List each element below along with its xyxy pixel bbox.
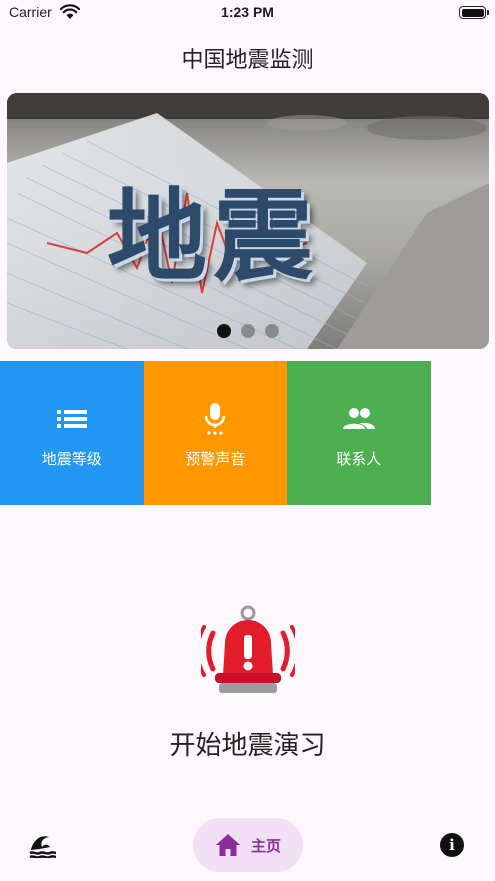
tile-label: 联系人 bbox=[336, 449, 382, 468]
tile-label: 地震等级 bbox=[41, 449, 102, 468]
tile-contacts[interactable]: 联系人 bbox=[287, 361, 431, 505]
tile-warning-sound[interactable]: 预警声音 bbox=[143, 361, 287, 505]
carousel-dot-1[interactable] bbox=[217, 324, 231, 338]
feature-tiles: 地震等级 预警声音 联系人 bbox=[0, 361, 431, 505]
start-drill-label[interactable]: 开始地震演习 bbox=[0, 725, 495, 762]
microphone-icon bbox=[205, 402, 226, 435]
status-time: 1:23 PM bbox=[221, 4, 274, 20]
battery-icon bbox=[459, 6, 489, 19]
alarm-bell-icon[interactable] bbox=[201, 605, 295, 701]
people-icon bbox=[342, 407, 375, 429]
bottom-navigation: 主页 i bbox=[0, 810, 495, 881]
home-icon bbox=[215, 834, 240, 856]
tile-earthquake-levels[interactable]: 地震等级 bbox=[0, 361, 144, 505]
tile-label: 预警声音 bbox=[185, 449, 246, 468]
nav-home-button[interactable]: 主页 bbox=[193, 818, 303, 872]
info-icon[interactable]: i bbox=[440, 833, 464, 857]
list-icon bbox=[56, 409, 87, 428]
carousel-dot-3[interactable] bbox=[265, 324, 279, 338]
image-carousel[interactable]: 地震 bbox=[7, 93, 489, 349]
status-bar: Carrier 1:23 PM bbox=[0, 0, 495, 26]
page-title: 中国地震监测 bbox=[181, 48, 314, 73]
banner-image-text: 地震 bbox=[107, 178, 319, 295]
carousel-dot-2[interactable] bbox=[241, 324, 255, 338]
nav-home-label: 主页 bbox=[250, 836, 281, 855]
carousel-indicator bbox=[7, 324, 489, 338]
tsunami-wave-icon[interactable] bbox=[29, 832, 57, 858]
